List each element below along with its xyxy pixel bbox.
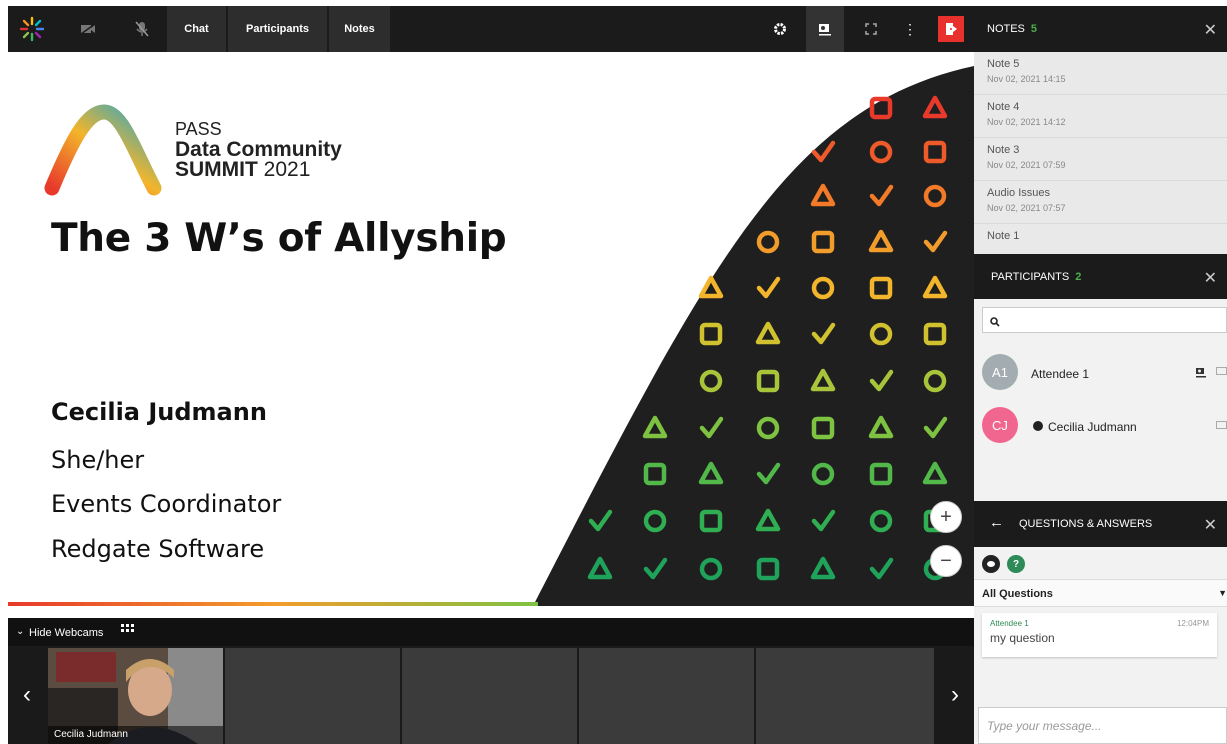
- participants-header: PARTICIPANTS 2 ✕: [974, 254, 1227, 300]
- webcam-tile[interactable]: Cecilia Judmann: [48, 648, 223, 744]
- pass-label: PASS: [175, 119, 222, 139]
- webcam-prev-button[interactable]: ‹: [8, 646, 46, 744]
- list-item[interactable]: Note 1: [974, 224, 1227, 254]
- tab-chat[interactable]: Chat: [167, 6, 227, 52]
- slide-stage: PASS Data Community SUMMIT 2021 The 3 W’…: [8, 52, 974, 618]
- presenter-icon[interactable]: [1195, 365, 1207, 383]
- notes-count: 5: [1030, 23, 1038, 35]
- participant-name[interactable]: Cecilia Judmann: [1048, 420, 1137, 434]
- webcam-empty-tile: [579, 648, 754, 744]
- camera-off-icon[interactable]: [74, 6, 102, 52]
- qa-header: ← QUESTIONS & ANSWERS ✕: [974, 501, 1227, 547]
- hide-webcams-button[interactable]: Hide Webcams: [29, 627, 103, 639]
- close-icon[interactable]: ✕: [1204, 20, 1217, 40]
- message-input[interactable]: [978, 707, 1227, 744]
- list-item[interactable]: Audio Issues Nov 02, 2021 07:57: [974, 181, 1227, 224]
- close-icon[interactable]: ✕: [1204, 268, 1217, 288]
- event-summit: SUMMIT 2021: [175, 158, 311, 181]
- list-item[interactable]: Note 5 Nov 02, 2021 14:15: [974, 52, 1227, 95]
- event-name: Data Community: [175, 138, 342, 161]
- avatar: A1: [982, 354, 1018, 390]
- zoom-out-button[interactable]: −: [930, 545, 962, 577]
- participants-count: 2: [1075, 271, 1082, 283]
- speaker-name: Cecilia Judmann: [51, 398, 267, 426]
- webcam-empty-tile: [402, 648, 577, 744]
- presentation-slide: PASS Data Community SUMMIT 2021 The 3 W’…: [8, 66, 974, 606]
- presentation-area: Chat Participants Notes ⋮ PASS Data Comm…: [8, 6, 974, 744]
- participant-search-input[interactable]: [982, 307, 1227, 333]
- pass-logo-icon: [44, 104, 162, 196]
- notes-list: Note 5 Nov 02, 2021 14:15 Note 4 Nov 02, 2…: [974, 52, 1227, 254]
- question-time: 12:04PM: [1176, 619, 1209, 628]
- slide-title: The 3 W’s of Allyship: [51, 216, 507, 261]
- webcam-next-button[interactable]: ›: [936, 646, 974, 744]
- list-item[interactable]: Note 3 Nov 02, 2021 07:59: [974, 138, 1227, 181]
- tab-participants[interactable]: Participants: [228, 6, 328, 52]
- notes-header: NOTES 5 ✕: [974, 6, 1227, 52]
- qa-panel: ? All Questions ▼ Attendee 1 12:04PM my …: [974, 547, 1227, 744]
- top-toolbar: Chat Participants Notes ⋮: [8, 6, 974, 52]
- qa-filter-dropdown[interactable]: All Questions ▼: [974, 579, 1227, 607]
- participants-list: A1 Attendee 1 CJ Cecilia Judmann: [974, 299, 1227, 501]
- webcam-empty-tile: [225, 648, 400, 744]
- participant-name[interactable]: Attendee 1: [1031, 367, 1089, 381]
- chevron-down-icon[interactable]: ⌄: [16, 626, 24, 637]
- speaker-company: Redgate Software: [51, 535, 265, 563]
- chat-icon[interactable]: [1216, 367, 1227, 375]
- speaker-role: Events Coordinator: [51, 490, 282, 518]
- search-icon: [990, 314, 1000, 332]
- tab-notes[interactable]: Notes: [329, 6, 391, 52]
- fullscreen-icon[interactable]: [856, 6, 886, 52]
- leave-session-icon[interactable]: [938, 16, 964, 42]
- slide-accent-line: [8, 602, 538, 606]
- mic-off-icon[interactable]: [128, 6, 156, 52]
- webcam-name: Cecilia Judmann: [48, 726, 223, 744]
- question-text: my question: [990, 631, 1055, 645]
- speaker-pronouns: She/her: [51, 446, 145, 474]
- close-icon[interactable]: ✕: [1204, 515, 1217, 535]
- starburst-logo-icon: [8, 6, 56, 52]
- list-item[interactable]: Note 4 Nov 02, 2021 14:12: [974, 95, 1227, 138]
- host-icon: [1033, 421, 1043, 431]
- zoom-in-button[interactable]: +: [930, 501, 962, 533]
- grid-icon[interactable]: [121, 624, 134, 638]
- question-card[interactable]: Attendee 1 12:04PM my question: [982, 613, 1217, 657]
- avatar: CJ: [982, 407, 1018, 443]
- webcam-bar: ⌄ Hide Webcams: [8, 618, 974, 646]
- kebab-menu-icon[interactable]: ⋮: [898, 6, 922, 52]
- back-arrow-icon[interactable]: ←: [989, 514, 1004, 531]
- chat-icon[interactable]: [1216, 421, 1227, 429]
- webinar-app: Chat Participants Notes ⋮ PASS Data Comm…: [0, 0, 1227, 744]
- filter-icon[interactable]: ▼: [1218, 588, 1227, 598]
- presenter-icon[interactable]: [806, 6, 844, 52]
- webcam-empty-tile: [756, 648, 934, 744]
- gear-icon[interactable]: [765, 6, 795, 52]
- side-panel: NOTES 5 ✕ Note 5 Nov 02, 2021 14:15 Note 4…: [974, 6, 1227, 744]
- webcam-strip: ‹ Cecilia Judmann ›: [8, 646, 974, 744]
- qa-question-tab-icon[interactable]: ?: [1007, 555, 1025, 573]
- qa-chat-tab-icon[interactable]: [982, 555, 1000, 573]
